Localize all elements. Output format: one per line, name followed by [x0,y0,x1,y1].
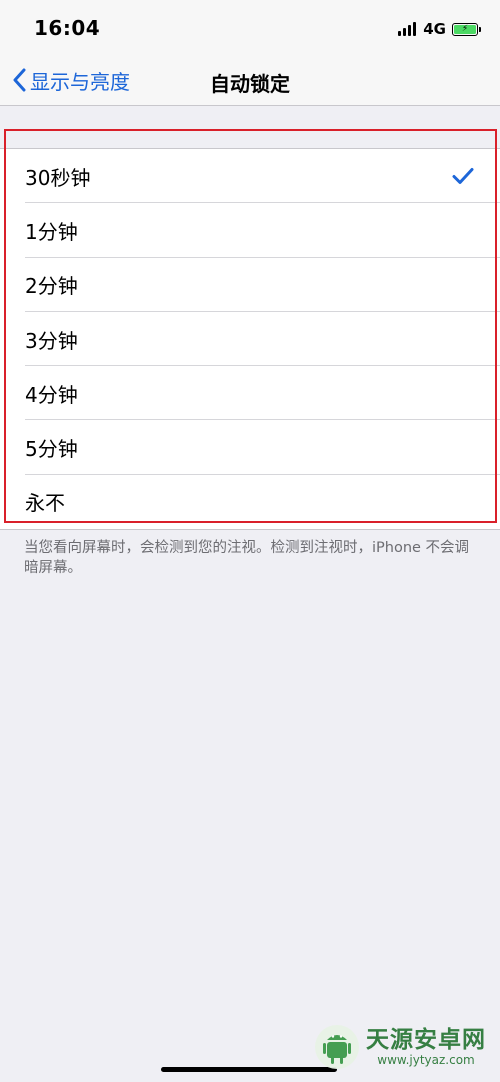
option-3-minutes[interactable]: 3分钟 [0,312,500,367]
auto-lock-options-list: 30秒钟 1分钟 2分钟 3分钟 4分钟 5分钟 永不 [0,148,500,531]
navigation-bar: 显示与亮度 自动锁定 [0,56,500,106]
status-bar: 16:04 4G ⚡ [0,0,500,56]
option-4-minutes[interactable]: 4分钟 [0,366,500,421]
option-label: 30秒钟 [25,165,91,190]
option-5-minutes[interactable]: 5分钟 [0,420,500,476]
watermark: 天源安卓网 www.jytyaz.com [314,1024,486,1070]
option-30-seconds[interactable]: 30秒钟 [0,149,500,204]
watermark-url: www.jytyaz.com [377,1053,475,1067]
option-1-minute[interactable]: 1分钟 [0,203,500,258]
option-label: 1分钟 [25,219,78,244]
watermark-text: 天源安卓网 www.jytyaz.com [366,1027,486,1067]
android-logo-icon [315,1025,359,1069]
battery-charging-icon: ⚡ [452,22,481,36]
option-label: 5分钟 [25,437,78,462]
status-indicators: 4G ⚡ [398,18,481,40]
cellular-signal-icon [398,22,418,36]
battery-charging-symbol: ⚡ [454,24,476,34]
status-time: 16:04 [34,16,101,40]
attention-footer-note: 当您看向屏幕时，会检测到您的注视。检测到注视时，iPhone 不会调暗屏幕。 [24,540,470,576]
page-title: 自动锁定 [210,72,290,96]
checkmark-icon [452,168,474,185]
network-type: 4G [423,20,446,38]
option-label: 3分钟 [25,328,78,353]
watermark-title: 天源安卓网 [366,1027,486,1053]
home-indicator[interactable] [161,1067,337,1072]
option-label: 4分钟 [25,382,78,407]
option-label: 2分钟 [25,274,78,299]
option-label: 永不 [25,491,65,516]
option-2-minutes[interactable]: 2分钟 [0,258,500,313]
option-never[interactable]: 永不 [0,475,500,529]
